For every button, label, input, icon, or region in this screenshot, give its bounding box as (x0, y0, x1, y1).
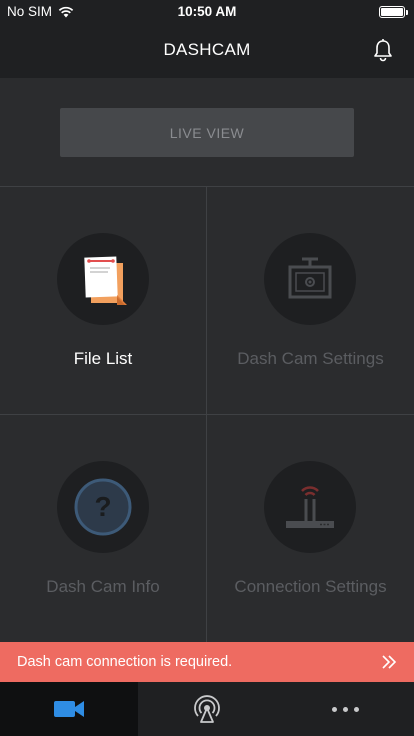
video-camera-icon (54, 701, 84, 717)
menu-item-file-list[interactable]: File List (0, 187, 207, 415)
clock: 10:50 AM (177, 4, 237, 19)
battery-icon (379, 6, 408, 18)
menu-grid: File List Dash Cam Settings ? Dash Cam I… (0, 186, 414, 643)
connection-alert-banner[interactable]: Dash cam connection is required. (0, 642, 414, 682)
double-chevron-right-icon[interactable] (380, 653, 398, 671)
tab-dashcam[interactable] (0, 682, 138, 736)
dashcam-settings-icon (288, 257, 332, 299)
more-icon (331, 706, 359, 712)
tab-connection[interactable] (138, 682, 276, 736)
connection-signal-icon (194, 695, 220, 723)
status-bar: No SIM 10:50 AM (0, 0, 414, 24)
svg-text:?: ? (94, 491, 111, 522)
menu-label-file-list: File List (73, 349, 133, 368)
menu-item-dash-cam-info[interactable]: ? Dash Cam Info (0, 415, 207, 643)
menu-item-dash-cam-settings[interactable]: Dash Cam Settings (207, 187, 414, 415)
menu-label-dash-cam-settings: Dash Cam Settings (237, 349, 384, 368)
live-view-button[interactable]: LIVE VIEW (60, 108, 354, 157)
page-title: DASHCAM (163, 40, 251, 59)
file-list-icon (84, 256, 127, 305)
alert-message: Dash cam connection is required. (17, 654, 233, 670)
router-icon (286, 486, 334, 528)
bell-icon[interactable] (372, 38, 394, 62)
tab-more[interactable] (276, 682, 414, 736)
router-icon-circle (264, 461, 356, 553)
nav-bar: DASHCAM (0, 24, 414, 78)
dashcam-settings-icon-circle (264, 233, 356, 325)
menu-label-connection-settings: Connection Settings (234, 577, 387, 596)
tab-bar (0, 682, 414, 736)
question-icon-circle: ? (57, 461, 149, 553)
live-view-section: LIVE VIEW (0, 78, 414, 186)
file-list-icon-circle (57, 233, 149, 325)
question-icon: ? (74, 478, 132, 536)
menu-item-connection-settings[interactable]: Connection Settings (207, 415, 414, 643)
menu-label-dash-cam-info: Dash Cam Info (46, 577, 160, 596)
